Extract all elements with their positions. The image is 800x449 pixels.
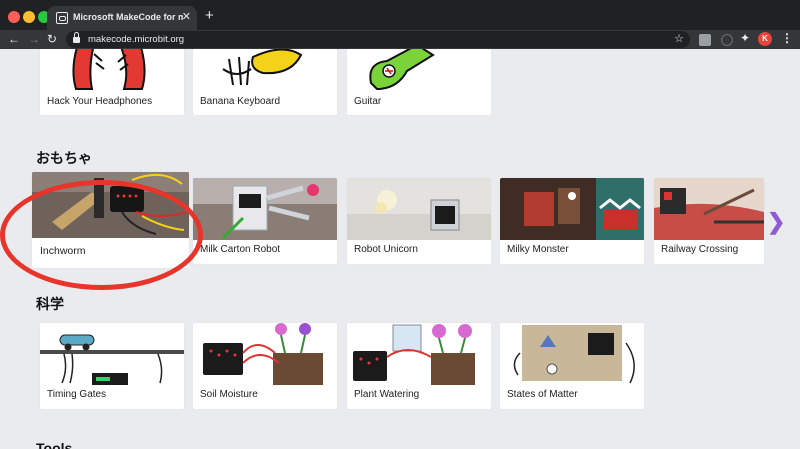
section-title-tools: Tools (36, 440, 73, 449)
card-title: Milky Monster (507, 244, 569, 255)
project-card-plant-watering[interactable]: Plant Watering (347, 323, 491, 409)
section-title-science: 科学 (36, 296, 64, 312)
card-title: Banana Keyboard (200, 96, 281, 107)
card-title: Guitar (354, 96, 382, 107)
project-card-guitar[interactable]: Guitar (347, 49, 491, 115)
browser-tab[interactable]: Microsoft MakeCode for micro:bit ✕ (47, 6, 197, 30)
browser-menu-icon[interactable]: ⋮ (781, 31, 793, 45)
card-thumbnail (500, 178, 644, 240)
carousel-next-arrow-icon[interactable]: ❯ (767, 209, 785, 235)
card-title: Hack Your Headphones (47, 96, 153, 107)
project-card-states-of-matter[interactable]: States of Matter (500, 323, 644, 409)
card-title: Railway Crossing (661, 244, 739, 255)
card-thumbnail (654, 178, 764, 240)
tab-title: Microsoft MakeCode for micro:bit (73, 12, 183, 22)
card-title: Robot Unicorn (354, 244, 418, 255)
card-title: Plant Watering (354, 389, 420, 400)
puzzle-extensions-icon[interactable]: ✦ (740, 31, 752, 45)
reload-button[interactable]: ↻ (47, 32, 57, 46)
makecode-favicon-icon (56, 12, 68, 24)
extension-icon[interactable] (699, 34, 711, 46)
card-title: Timing Gates (47, 389, 107, 400)
back-button[interactable]: ← (8, 32, 20, 46)
card-thumbnail (193, 323, 337, 385)
project-card-railway-crossing[interactable]: Railway Crossing (654, 178, 764, 264)
profile-avatar[interactable]: K (758, 32, 772, 46)
card-title: States of Matter (507, 389, 578, 400)
card-thumbnail (193, 49, 337, 91)
project-card-banana-keyboard[interactable]: Banana Keyboard (193, 49, 337, 115)
bookmark-star-icon[interactable]: ☆ (674, 32, 684, 45)
card-thumbnail (347, 178, 491, 240)
card-thumbnail (40, 323, 184, 385)
project-card-soil-moisture[interactable]: Soil Moisture (193, 323, 337, 409)
lock-icon (73, 32, 80, 43)
card-title: Soil Moisture (200, 389, 258, 400)
minimize-window-button[interactable] (23, 11, 35, 23)
card-thumbnail (347, 323, 491, 385)
project-card-robot-unicorn[interactable]: Robot Unicorn (347, 178, 491, 264)
extension-circle-icon[interactable] (721, 34, 733, 46)
card-thumbnail (347, 49, 491, 91)
project-card-timing-gates[interactable]: Timing Gates (40, 323, 184, 409)
card-thumbnail (500, 323, 644, 385)
project-card-hack-your-headphones[interactable]: Hack Your Headphones (40, 49, 184, 115)
page-content: Hack Your Headphones Banana Keyboard Gui… (0, 49, 800, 449)
url-text: makecode.microbit.org (88, 34, 185, 45)
card-title: Milk Carton Robot (200, 244, 281, 255)
address-bar[interactable]: makecode.microbit.org ☆ (66, 31, 690, 48)
tab-close-icon[interactable]: ✕ (182, 10, 191, 23)
close-window-button[interactable] (8, 11, 20, 23)
project-card-milk-carton-robot[interactable]: Milk Carton Robot (193, 178, 337, 264)
project-card-milky-monster[interactable]: Milky Monster (500, 178, 644, 264)
browser-toolbar: ← → ↻ makecode.microbit.org ☆ ✦ K ⋮ (0, 30, 800, 49)
highlight-circle (0, 180, 203, 290)
section-title-toys: おもちゃ (36, 150, 92, 166)
forward-button[interactable]: → (28, 32, 40, 46)
card-thumbnail (40, 49, 184, 91)
new-tab-button[interactable]: + (205, 7, 214, 24)
browser-tab-bar: Microsoft MakeCode for micro:bit ✕ + (0, 0, 800, 30)
card-thumbnail (193, 178, 337, 240)
